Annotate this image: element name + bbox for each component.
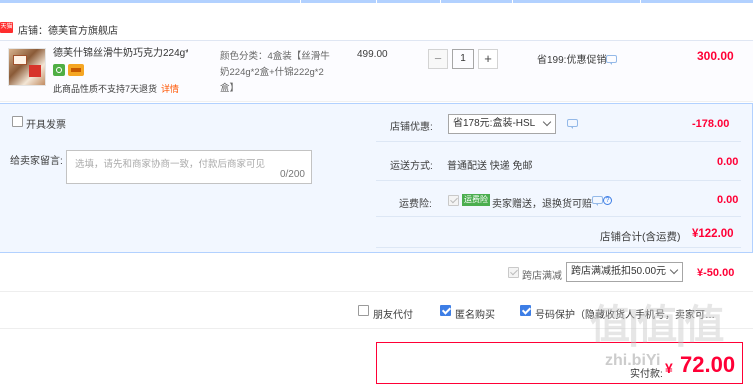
shipping-amount: 0.00 (717, 156, 739, 168)
product-title[interactable]: 德芙什锦丝滑牛奶巧克力224g*… (53, 47, 188, 61)
shipping-label: 运送方式: (390, 161, 433, 172)
anonymous-label: 匿名购买 (455, 310, 495, 321)
invoice-checkbox[interactable] (12, 116, 23, 127)
shop-total-value: ¥122.00 (692, 228, 734, 240)
item-total: 300.00 (697, 49, 734, 63)
shipping-value: 普通配送 快递 免邮 (447, 161, 533, 172)
anonymous-checkbox[interactable] (440, 305, 451, 316)
chevron-down-icon (669, 265, 679, 275)
message-label: 给卖家留言: (10, 156, 63, 167)
friend-pay-checkbox[interactable] (358, 305, 369, 316)
shop-discount-select[interactable]: 省178元:盒装-HSL (448, 114, 556, 134)
cross-store-label: 跨店满减 (522, 271, 562, 282)
message-textarea[interactable]: 选填，请先和商家协商一致，付款后商家可见 0/200 (66, 150, 312, 184)
chevron-down-icon (542, 117, 552, 127)
comment-icon[interactable] (606, 55, 617, 65)
service-green-icon (53, 64, 65, 76)
insurance-checkbox (448, 195, 459, 206)
insurance-label: 运费险: (399, 199, 432, 210)
insurance-badge: 运费险 (462, 194, 490, 206)
number-protect-checkbox[interactable] (520, 305, 531, 316)
return-policy-text: 此商品性质不支持7天退货 (53, 84, 158, 94)
invoice-label: 开具发票 (26, 120, 66, 131)
watermark-site: zhi.biYi (605, 352, 661, 369)
friend-pay-label: 朋友代付 (373, 310, 413, 321)
quantity-stepper: − 1 + (428, 49, 500, 69)
shop-discount-amount: -178.00 (692, 118, 730, 130)
insurance-amount: 0.00 (717, 194, 739, 206)
promo-text: 省199:优惠促销 (537, 55, 607, 66)
shop-total-label: 店铺合计(含运费) (600, 231, 681, 243)
comment-icon[interactable] (592, 196, 603, 206)
shop-name[interactable]: 店铺：德芙官方旗舰店 (18, 22, 118, 37)
unit-price: 499.00 (357, 49, 388, 60)
return-policy-note: 此商品性质不支持7天退货 详情 (53, 82, 179, 95)
qty-minus-button[interactable]: − (428, 49, 448, 69)
payment-currency: ¥ (665, 360, 673, 376)
cross-store-checkbox (508, 267, 519, 278)
top-divider (0, 0, 753, 3)
payment-value: 72.00 (680, 352, 736, 377)
credit-card-icon (68, 64, 84, 76)
return-detail-link[interactable]: 详情 (161, 84, 179, 94)
qty-plus-button[interactable]: + (478, 49, 498, 69)
help-icon[interactable]: ? (603, 196, 612, 205)
qty-input[interactable]: 1 (452, 49, 474, 69)
product-thumbnail[interactable] (8, 48, 46, 86)
shop-discount-value: 省178元:盒装-HSL (453, 118, 536, 129)
insurance-desc: 卖家赠送，退换货可赔 (492, 199, 592, 210)
shop-discount-label: 店铺优惠: (390, 122, 433, 133)
tmall-badge: 天猫 (0, 22, 13, 33)
cross-store-value: 跨店满减抵扣50.00元 (571, 266, 667, 277)
comment-icon[interactable] (567, 119, 578, 129)
cross-store-amount: ¥-50.00 (697, 267, 735, 279)
message-placeholder: 选填，请先和商家协商一致，付款后商家可见 (75, 159, 266, 170)
product-spec: 颜色分类：4盒装【丝滑牛奶224g*2盒+什锦222g*2盒】 (220, 51, 330, 94)
cross-store-select[interactable]: 跨店满减抵扣50.00元 (566, 262, 683, 282)
watermark-logo: 值|值|值 (590, 303, 724, 347)
message-counter: 0/200 (279, 169, 305, 180)
